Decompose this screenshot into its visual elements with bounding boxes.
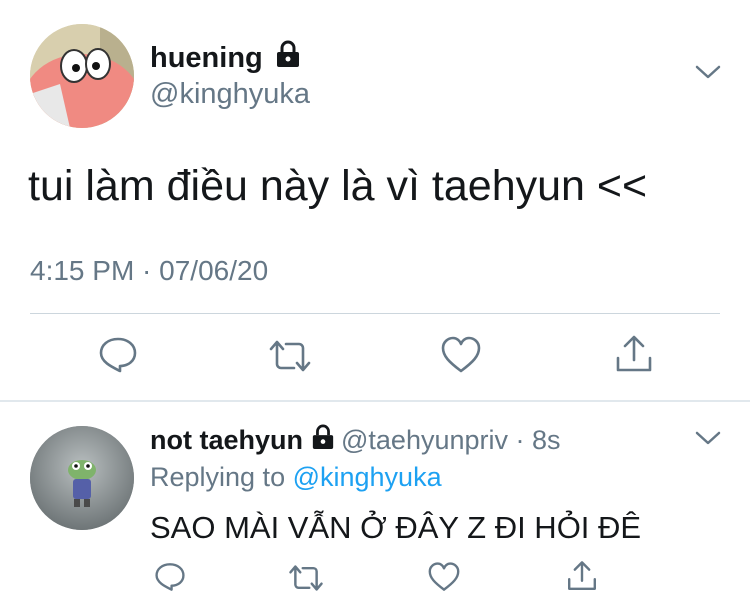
timestamp[interactable]: 4:15 PM · 07/06/20 (30, 255, 268, 287)
lock-icon (311, 424, 335, 457)
main-tweet: huening @kinghyuka tui làm điều này là v… (0, 0, 750, 400)
replying-to: Replying to @kinghyuka (150, 462, 442, 493)
handle[interactable]: @taehyunpriv · 8s (341, 425, 561, 456)
reply-button[interactable] (98, 336, 138, 379)
chevron-down-icon[interactable] (695, 64, 721, 85)
handle[interactable]: @kinghyuka (150, 78, 310, 111)
reply-button[interactable] (154, 562, 186, 597)
display-name[interactable]: not taehyun (150, 425, 303, 456)
tweet-text: SAO MÀI VẪN Ở ĐÂY Z ĐI HỎI ĐÊ (150, 510, 642, 545)
retweet-icon (288, 563, 324, 598)
share-button[interactable] (566, 560, 598, 597)
lock-icon (275, 40, 301, 76)
divider (30, 313, 720, 314)
retweet-button[interactable] (268, 338, 312, 379)
reply-header: not taehyun @taehyunpriv · 8s (150, 424, 561, 457)
reply-icon (98, 336, 138, 379)
reply-icon (154, 562, 186, 597)
display-name[interactable]: huening (150, 40, 301, 76)
retweet-icon (268, 338, 312, 379)
like-icon (428, 562, 460, 597)
like-button[interactable] (441, 336, 481, 379)
avatar[interactable] (30, 426, 134, 530)
tweet-text: tui làm điều này là vì taehyun << (28, 162, 648, 210)
share-button[interactable] (614, 334, 654, 379)
avatar[interactable] (30, 24, 134, 128)
share-icon (614, 334, 654, 379)
retweet-button[interactable] (288, 563, 324, 598)
like-button[interactable] (428, 562, 460, 597)
like-icon (441, 336, 481, 379)
reply-tweet[interactable]: not taehyun @taehyunpriv · 8s Replying t… (0, 402, 750, 613)
chevron-down-icon[interactable] (695, 430, 721, 451)
mention-link[interactable]: @kinghyuka (293, 462, 442, 492)
display-name-text[interactable]: huening (150, 42, 263, 75)
replying-prefix: Replying to (150, 462, 293, 492)
share-icon (566, 560, 598, 597)
